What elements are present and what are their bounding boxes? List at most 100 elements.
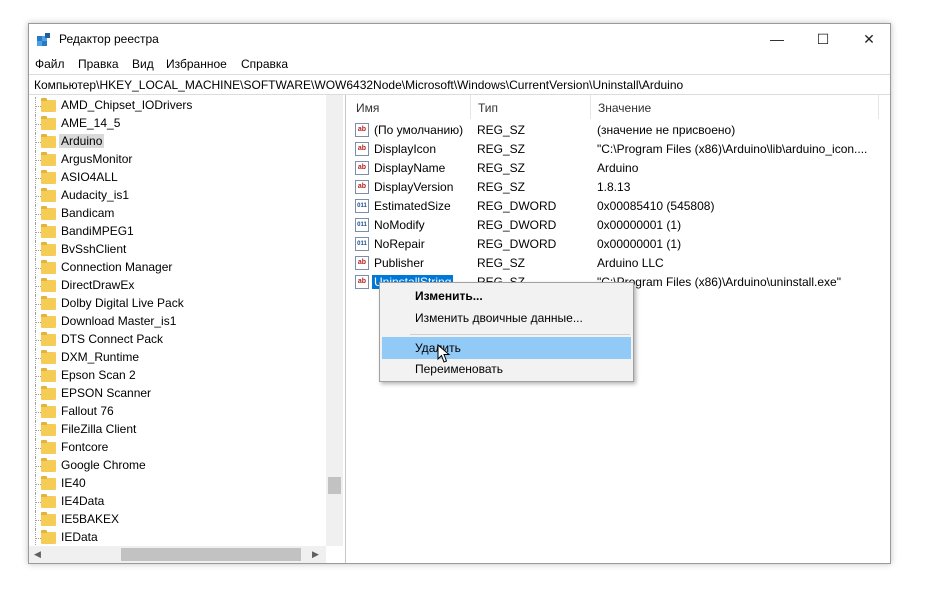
value-data: Arduino LLC [597,256,664,270]
address-path[interactable]: Компьютер\HKEY_LOCAL_MACHINE\SOFTWARE\WO… [34,78,683,92]
menu-edit[interactable]: Правка [78,57,119,71]
value-row[interactable]: ab Publisher REG_SZ Arduino LLC [349,254,890,273]
folder-icon [41,530,56,544]
column-header-data[interactable]: Значение [591,95,879,119]
tree-item[interactable]: DTS Connect Pack [29,331,327,349]
tree-item-label: Connection Manager [61,260,173,274]
menu-bar: Файл Правка Вид Избранное Справка [29,54,890,74]
folder-icon [41,404,56,418]
tree-item[interactable]: Google Chrome [29,457,327,475]
string-value-icon: ab [355,142,369,156]
folder-icon [41,368,56,382]
dword-value-icon: 011 [355,237,369,251]
menu-help[interactable]: Справка [241,57,288,71]
tree-item[interactable]: IE40 [29,475,327,493]
value-name: DisplayVersion [374,180,454,194]
tree-item[interactable]: Audacity_is1 [29,187,327,205]
tree-item[interactable]: BvSshClient [29,241,327,259]
folder-icon [41,296,56,310]
tree-item[interactable]: BandiMPEG1 [29,223,327,241]
tree-item[interactable]: IE5BAKEX [29,511,327,529]
scroll-left-arrow-icon[interactable]: ◀ [34,549,41,560]
tree-item[interactable]: Connection Manager [29,259,327,277]
value-name: Publisher [374,256,425,270]
context-menu-modify-binary[interactable]: Изменить двоичные данные... [382,307,631,329]
value-name: DisplayName [374,161,446,175]
address-bar[interactable]: Компьютер\HKEY_LOCAL_MACHINE\SOFTWARE\WO… [29,74,890,95]
minimize-button[interactable]: — [754,24,800,54]
folder-icon [41,134,56,148]
folder-icon [41,152,56,166]
tree-item-label: BandiMPEG1 [61,224,134,238]
tree-item-label: EPSON Scanner [61,386,152,400]
column-header-name[interactable]: Имя [349,95,471,119]
folder-icon [41,332,56,346]
folder-icon [41,116,56,130]
tree-item[interactable]: Fallout 76 [29,403,327,421]
folder-icon [41,512,56,526]
title-bar[interactable]: Редактор реестра — ☐ ✕ [29,24,890,54]
tree-item[interactable]: IE4Data [29,493,327,511]
tree-item[interactable]: Fontcore [29,439,327,457]
tree-vertical-scroll-thumb[interactable] [328,477,341,494]
tree-item-label: Audacity_is1 [61,188,130,202]
value-row[interactable]: ab DisplayVersion REG_SZ 1.8.13 [349,178,890,197]
column-header-type[interactable]: Тип [471,95,591,119]
tree-item-label: Dolby Digital Live Pack [61,296,184,310]
folder-icon [41,188,56,202]
value-type: REG_SZ [477,161,526,175]
string-value-icon: ab [355,275,369,289]
value-row[interactable]: 011 EstimatedSize REG_DWORD 0x00085410 (545… [349,197,890,216]
value-name: NoRepair [374,237,425,251]
tree-item-label: IEData [61,530,98,544]
tree-item[interactable]: DirectDrawEx [29,277,327,295]
tree-horizontal-scroll-thumb[interactable] [121,548,301,561]
context-menu-rename[interactable]: Переименовать [382,358,631,380]
value-row[interactable]: 011 NoRepair REG_DWORD 0x00000001 (1) [349,235,890,254]
tree-item[interactable]: EPSON Scanner [29,385,327,403]
context-menu-delete[interactable]: Удалить [382,337,631,359]
value-row[interactable]: ab DisplayIcon REG_SZ "C:\Program Files (x8… [349,140,890,159]
string-value-icon: ab [355,161,369,175]
menu-view[interactable]: Вид [132,57,154,71]
string-value-icon: ab [355,180,369,194]
tree-item[interactable]: Arduino [29,133,327,151]
scroll-right-arrow-icon[interactable]: ▶ [312,549,319,560]
tree-item[interactable]: AME_14_5 [29,115,327,133]
maximize-button[interactable]: ☐ [800,24,846,54]
tree-item[interactable]: Epson Scan 2 [29,367,327,385]
tree-item[interactable]: Download Master_is1 [29,313,327,331]
tree-item[interactable]: IEData [29,529,327,547]
folder-icon [41,260,56,274]
value-data: 1.8.13 [597,180,631,194]
value-name: DisplayIcon [374,142,437,156]
tree-item[interactable]: DXM_Runtime [29,349,327,367]
value-row[interactable]: 011 NoModify REG_DWORD 0x00000001 (1) [349,216,890,235]
folder-icon [41,224,56,238]
tree-item-label: AMD_Chipset_IODrivers [61,98,193,112]
tree-item[interactable]: AMD_Chipset_IODrivers [29,97,327,115]
tree-item[interactable]: ASIO4ALL [29,169,327,187]
tree-item[interactable]: Dolby Digital Live Pack [29,295,327,313]
menu-favorites[interactable]: Избранное [166,57,227,71]
tree-item-label: DirectDrawEx [61,278,135,292]
tree-item-label: Arduino [59,134,105,148]
folder-icon [41,386,56,400]
folder-icon [41,278,56,292]
context-menu-modify[interactable]: Изменить... [382,285,631,307]
tree-vertical-scrollbar[interactable] [326,95,343,546]
tree-item[interactable]: ArgusMonitor [29,151,327,169]
folder-icon [41,440,56,454]
value-row[interactable]: ab DisplayName REG_SZ Arduino [349,159,890,178]
close-button[interactable]: ✕ [846,24,892,54]
tree-item[interactable]: Bandicam [29,205,327,223]
dword-value-icon: 011 [355,218,369,232]
value-data: 0x00000001 (1) [597,218,682,232]
value-data: Arduino [597,161,639,175]
menu-file[interactable]: Файл [35,57,65,71]
value-row[interactable]: ab (По умолчанию) REG_SZ (значение не присв… [349,121,890,140]
folder-icon [41,494,56,508]
string-value-icon: ab [355,256,369,270]
tree-item[interactable]: FileZilla Client [29,421,327,439]
tree-horizontal-scrollbar[interactable]: ◀ ▶ [29,546,326,563]
